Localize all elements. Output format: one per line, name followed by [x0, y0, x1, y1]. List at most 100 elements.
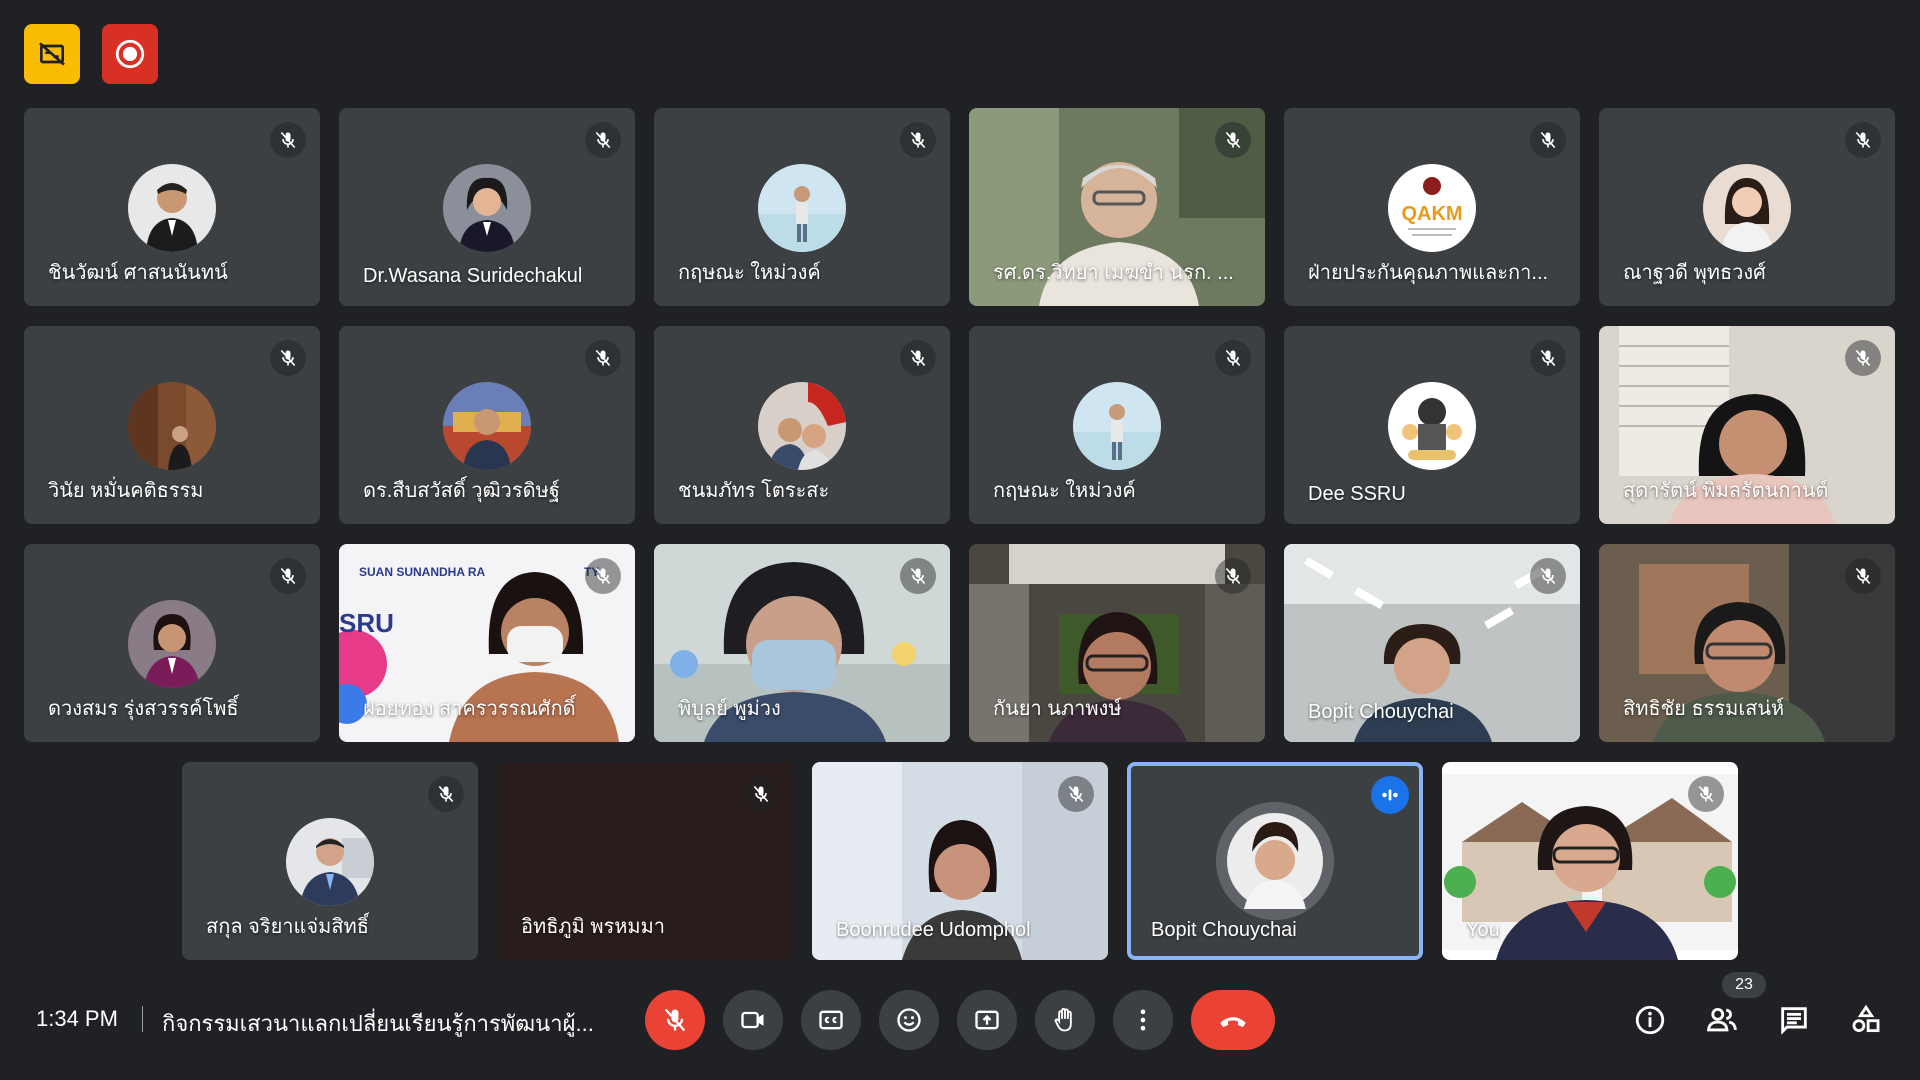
participant-tile[interactable]: ณาฐวดี พุทธวงศ์: [1599, 108, 1895, 306]
mic-off-icon: [1215, 340, 1251, 376]
mic-off-icon: [900, 340, 936, 376]
participant-tile-video[interactable]: Boonrudee Udomphol: [812, 762, 1108, 960]
chat-icon: [1781, 1007, 1807, 1035]
speaking-indicator-icon: [1371, 776, 1409, 814]
avatar: [128, 164, 216, 252]
avatar: [1073, 382, 1161, 470]
more-vert-icon: [1140, 1009, 1146, 1031]
avatar: [128, 382, 216, 470]
qakm-logo-avatar: QAKM: [1388, 164, 1476, 252]
participant-name: Dee SSRU: [1308, 483, 1406, 505]
participant-name: รศ.ดร.วิทยา เมฆขำ นรก. ...: [993, 262, 1234, 284]
activities-button[interactable]: [1842, 996, 1890, 1044]
participant-tile[interactable]: ชนมภัทร โตระสะ: [654, 326, 950, 524]
avatar: [1703, 164, 1791, 252]
avatar: [286, 818, 374, 906]
mic-off-icon: [1058, 776, 1094, 812]
participant-tile[interactable]: กฤษณะ ใหม่วงค์: [654, 108, 950, 306]
people-button[interactable]: [1698, 996, 1746, 1044]
meeting-title[interactable]: กิจกรรมเสวนาแลกเปลี่ยนเรียนรู้การพัฒนาผู…: [162, 1006, 594, 1041]
participant-name: พิบูลย์ พูม่วง: [678, 698, 781, 720]
avatar: [758, 164, 846, 252]
activities-icon: [1852, 1004, 1880, 1033]
captions-icon: [819, 1010, 843, 1030]
ssru-big-text: SRU: [339, 608, 394, 638]
mic-off-icon: [1845, 122, 1881, 158]
emoji-icon: [897, 1008, 921, 1032]
participant-name: อิทธิภูมิ พรหมมา: [521, 916, 666, 938]
participant-name: สิทธิชัย ธรรมเสน่ห์: [1623, 698, 1785, 720]
participant-tile[interactable]: สกุล จริยาแจ่มสิทธิ์: [182, 762, 478, 960]
participant-tile-video[interactable]: พิบูลย์ พูม่วง: [654, 544, 950, 742]
mic-off-icon: [1530, 340, 1566, 376]
participant-name: Dr.Wasana Suridechakul: [363, 265, 583, 287]
ssru-banner-text: SUAN SUNANDHA RA: [359, 565, 486, 579]
participant-name: สุดารัตน์ พิมลรัตนกานต์: [1623, 480, 1829, 502]
clock-time: 1:34 PM: [36, 1006, 118, 1031]
mic-off-icon: [1215, 122, 1251, 158]
meeting-details-button[interactable]: [1626, 996, 1674, 1044]
participant-tile-active-speaker[interactable]: Bopit Chouychai: [1127, 762, 1423, 960]
participant-name: ณาฐวดี พุทธวงศ์: [1623, 262, 1766, 284]
participant-name: Bopit Chouychai: [1308, 701, 1454, 723]
raise-hand-button[interactable]: [1035, 990, 1095, 1050]
participant-tile-video[interactable]: รศ.ดร.วิทยา เมฆขำ นรก. ...: [969, 108, 1265, 306]
participant-tile[interactable]: ชินวัฒน์ ศาสนนันทน์: [24, 108, 320, 306]
more-options-button[interactable]: [1113, 990, 1173, 1050]
participant-tile-video[interactable]: อิทธิภูมิ พรหมมา: [497, 762, 793, 960]
mic-off-icon: [743, 776, 779, 812]
present-screen-button[interactable]: [957, 990, 1017, 1050]
self-view-tile[interactable]: You: [1442, 762, 1738, 960]
camera-toggle-button[interactable]: [723, 990, 783, 1050]
mic-off-icon: [1530, 558, 1566, 594]
avatar: [1388, 382, 1476, 470]
mic-toggle-button[interactable]: [645, 990, 705, 1050]
people-icon: [1706, 1007, 1737, 1032]
participant-name: You: [1466, 919, 1500, 941]
chat-button[interactable]: [1770, 996, 1818, 1044]
participant-tile[interactable]: วินัย หมั่นคติธรรม: [24, 326, 320, 524]
leave-call-button[interactable]: [1191, 990, 1275, 1050]
mic-off-icon: [664, 1008, 686, 1032]
participant-name: Bopit Chouychai: [1151, 919, 1297, 941]
participant-tile-video[interactable]: สิทธิชัย ธรรมเสน่ห์: [1599, 544, 1895, 742]
participant-tile-video[interactable]: กันยา นภาพงษ์: [969, 544, 1265, 742]
mic-off-icon: [585, 122, 621, 158]
participant-tile[interactable]: กฤษณะ ใหม่วงค์: [969, 326, 1265, 524]
participant-tile-video[interactable]: Bopit Chouychai: [1284, 544, 1580, 742]
captions-button[interactable]: [801, 990, 861, 1050]
call-end-icon: [1220, 1017, 1246, 1028]
participant-name: กฤษณะ ใหม่วงค์: [993, 480, 1136, 502]
info-icon: [1635, 1005, 1665, 1035]
mic-off-icon: [270, 340, 306, 376]
mic-off-icon: [900, 558, 936, 594]
mic-off-icon: [1530, 122, 1566, 158]
participant-tile[interactable]: Dr.Wasana Suridechakul: [339, 108, 635, 306]
participant-grid: ชินวัฒน์ ศาสนนันทน์ Dr.Wasana Suridechak…: [0, 0, 1920, 980]
raise-hand-icon: [1054, 1007, 1072, 1032]
avatar: [443, 382, 531, 470]
mic-off-icon: [585, 340, 621, 376]
mic-off-icon: [270, 558, 306, 594]
participant-tile-video[interactable]: SUAN SUNANDHA RA TY SRU ฝอยทอง สาครวรรณศัก…: [339, 544, 635, 742]
participant-name: ชนมภัทร โตระสะ: [678, 480, 830, 502]
avatar: [128, 600, 216, 688]
participant-tile[interactable]: ดวงสมร รุ่งสวรรค์โพธิ์: [24, 544, 320, 742]
participant-name: ดร.สืบสวัสดิ์ วุฒิวรดิษฐ์: [363, 480, 560, 502]
participant-name: สกุล จริยาแจ่มสิทธิ์: [206, 916, 369, 938]
participant-tile[interactable]: QAKM ฝ่ายประกันคุณภาพและกา...: [1284, 108, 1580, 306]
mic-off-icon: [270, 122, 306, 158]
reactions-button[interactable]: [879, 990, 939, 1050]
mic-off-icon: [1688, 776, 1724, 812]
mic-off-icon: [428, 776, 464, 812]
participant-tile[interactable]: Dee SSRU: [1284, 326, 1580, 524]
avatar: [758, 382, 846, 470]
participant-name: วินัย หมั่นคติธรรม: [48, 480, 204, 502]
mic-off-icon: [1845, 340, 1881, 376]
participant-name: ชินวัฒน์ ศาสนนันทน์: [48, 262, 228, 284]
mic-off-icon: [900, 122, 936, 158]
divider: [142, 1006, 143, 1032]
videocam-icon: [741, 1011, 764, 1029]
participant-tile-video[interactable]: สุดารัตน์ พิมลรัตนกานต์: [1599, 326, 1895, 524]
participant-tile[interactable]: ดร.สืบสวัสดิ์ วุฒิวรดิษฐ์: [339, 326, 635, 524]
